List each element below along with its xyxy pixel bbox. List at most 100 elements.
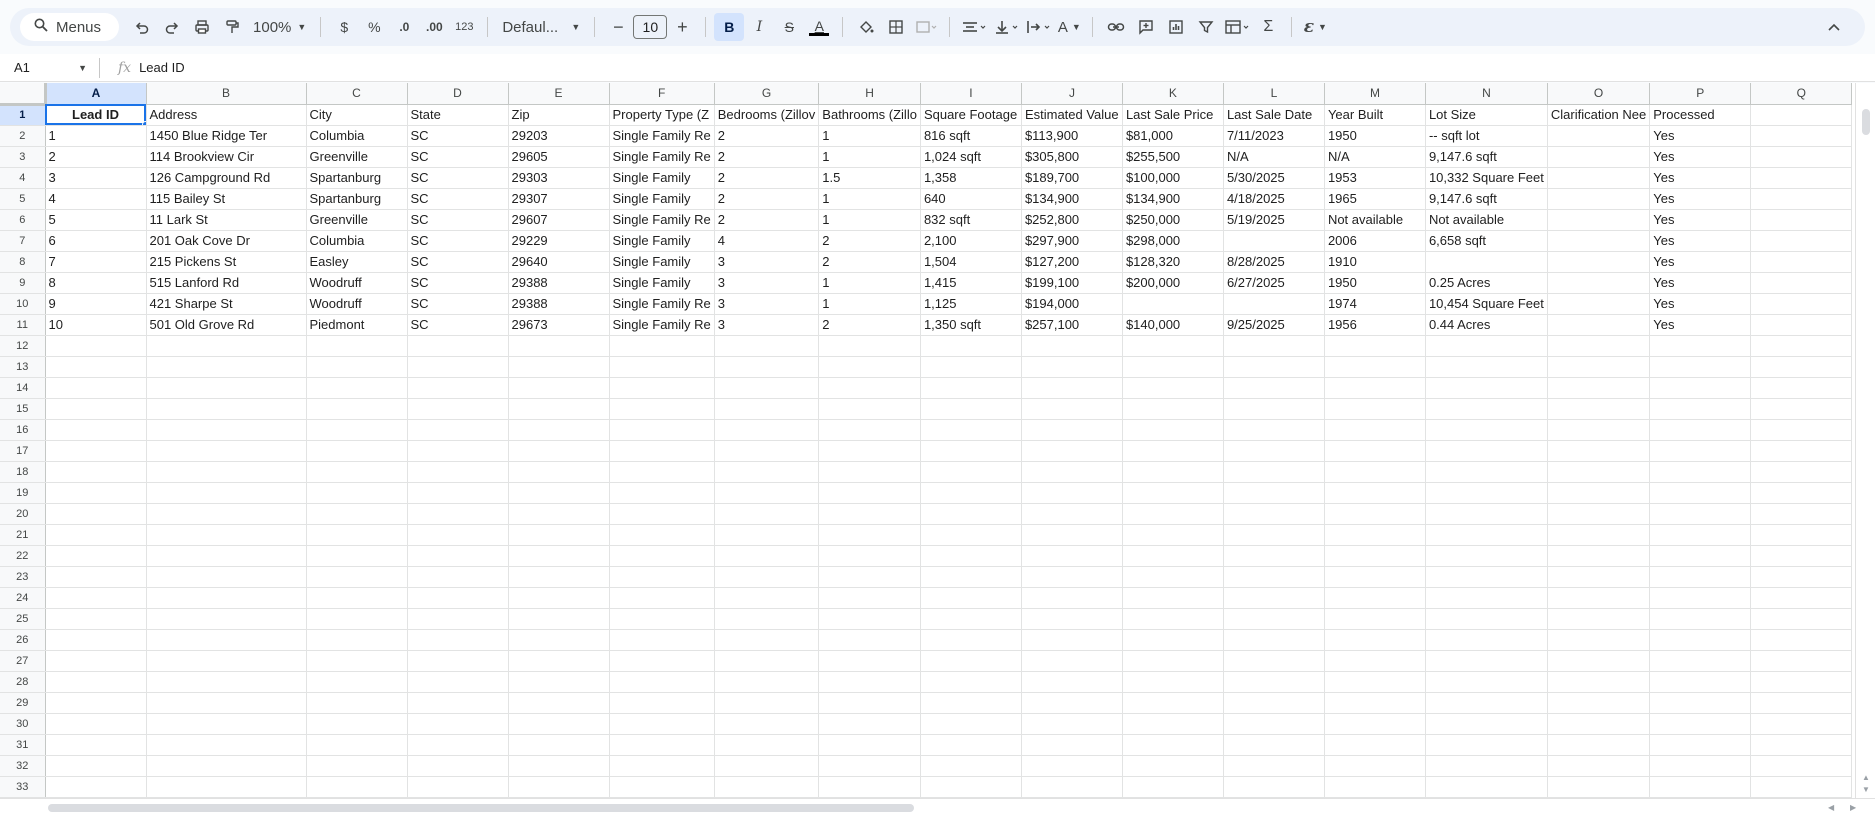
cell[interactable] bbox=[1324, 692, 1426, 714]
cell[interactable] bbox=[1223, 419, 1325, 441]
cell[interactable] bbox=[714, 356, 820, 378]
cell[interactable] bbox=[1547, 566, 1651, 588]
cell[interactable] bbox=[1547, 650, 1651, 672]
row-header[interactable]: 3 bbox=[0, 146, 46, 168]
cell[interactable]: 9,147.6 sqft bbox=[1425, 146, 1548, 168]
cell[interactable] bbox=[1223, 482, 1325, 504]
cell[interactable]: $127,200 bbox=[1021, 251, 1123, 273]
row-header[interactable]: 21 bbox=[0, 524, 46, 546]
cell[interactable] bbox=[609, 335, 715, 357]
cell[interactable]: Piedmont bbox=[306, 314, 408, 336]
cell[interactable] bbox=[1122, 293, 1224, 315]
column-header-m[interactable]: M bbox=[1324, 83, 1426, 105]
scroll-right-icon[interactable]: ▶ bbox=[1850, 803, 1856, 812]
scroll-up-icon[interactable]: ▲ bbox=[1862, 773, 1870, 782]
cell[interactable] bbox=[1324, 566, 1426, 588]
cell[interactable] bbox=[45, 419, 147, 441]
header-cell[interactable]: Bathrooms (Zillo bbox=[818, 104, 921, 126]
row-header[interactable]: 14 bbox=[0, 377, 46, 399]
header-cell[interactable] bbox=[1750, 104, 1853, 126]
cell[interactable] bbox=[45, 524, 147, 546]
cell[interactable] bbox=[1750, 377, 1853, 399]
cell[interactable] bbox=[818, 587, 921, 609]
cell[interactable] bbox=[609, 755, 715, 777]
header-cell[interactable]: Lot Size bbox=[1425, 104, 1548, 126]
insert-link-icon[interactable] bbox=[1101, 13, 1131, 41]
cell[interactable]: 1956 bbox=[1324, 314, 1426, 336]
cell[interactable]: Easley bbox=[306, 251, 408, 273]
cell[interactable] bbox=[1649, 545, 1752, 567]
cell[interactable]: Greenville bbox=[306, 146, 408, 168]
cell[interactable] bbox=[1122, 377, 1224, 399]
cell[interactable] bbox=[1547, 293, 1651, 315]
cell[interactable] bbox=[1021, 440, 1123, 462]
cell[interactable]: 1 bbox=[818, 272, 921, 294]
column-header-c[interactable]: C bbox=[306, 83, 408, 105]
cell[interactable] bbox=[306, 545, 408, 567]
cell[interactable] bbox=[45, 776, 147, 798]
cell[interactable] bbox=[818, 377, 921, 399]
increase-decimal-button[interactable]: .00 bbox=[419, 13, 449, 41]
cell[interactable] bbox=[609, 650, 715, 672]
cell[interactable] bbox=[407, 461, 509, 483]
row-header[interactable]: 18 bbox=[0, 461, 46, 483]
cell[interactable]: 29605 bbox=[508, 146, 610, 168]
cell[interactable] bbox=[45, 587, 147, 609]
cell[interactable] bbox=[306, 713, 408, 735]
cell[interactable]: 2 bbox=[714, 167, 820, 189]
cell[interactable] bbox=[1324, 461, 1426, 483]
cell[interactable]: Yes bbox=[1649, 125, 1752, 147]
cell[interactable] bbox=[920, 377, 1022, 399]
cell[interactable] bbox=[45, 650, 147, 672]
cell[interactable] bbox=[1324, 776, 1426, 798]
cell[interactable] bbox=[1547, 377, 1651, 399]
cell[interactable] bbox=[1750, 671, 1853, 693]
cell[interactable]: 11 Lark St bbox=[146, 209, 307, 231]
cell[interactable] bbox=[1223, 440, 1325, 462]
row-header[interactable]: 17 bbox=[0, 440, 46, 462]
cell[interactable] bbox=[1425, 335, 1548, 357]
cell[interactable]: Yes bbox=[1649, 230, 1752, 252]
cell[interactable] bbox=[306, 692, 408, 714]
header-cell[interactable]: Bedrooms (Zillov bbox=[714, 104, 820, 126]
row-header[interactable]: 11 bbox=[0, 314, 46, 336]
cell[interactable] bbox=[1750, 629, 1853, 651]
cell[interactable] bbox=[1324, 671, 1426, 693]
cell[interactable]: 1 bbox=[818, 293, 921, 315]
cell[interactable]: 29388 bbox=[508, 293, 610, 315]
cell[interactable] bbox=[1122, 734, 1224, 756]
cell[interactable] bbox=[1425, 587, 1548, 609]
cell[interactable] bbox=[1425, 398, 1548, 420]
cell[interactable]: $113,900 bbox=[1021, 125, 1123, 147]
print-icon[interactable] bbox=[187, 13, 217, 41]
cell[interactable] bbox=[1223, 398, 1325, 420]
cell[interactable] bbox=[609, 608, 715, 630]
cell[interactable]: Single Family bbox=[609, 167, 715, 189]
insert-chart-icon[interactable] bbox=[1161, 13, 1191, 41]
cell[interactable] bbox=[146, 734, 307, 756]
cell[interactable] bbox=[1547, 146, 1651, 168]
cell[interactable] bbox=[1649, 377, 1752, 399]
cell[interactable] bbox=[146, 356, 307, 378]
cell[interactable] bbox=[508, 377, 610, 399]
cell[interactable] bbox=[508, 734, 610, 756]
cell[interactable]: Single Family Re bbox=[609, 314, 715, 336]
column-header-e[interactable]: E bbox=[508, 83, 610, 105]
cell[interactable]: 2 bbox=[45, 146, 147, 168]
cell[interactable]: Yes bbox=[1649, 167, 1752, 189]
header-cell[interactable]: Address bbox=[146, 104, 307, 126]
cell[interactable] bbox=[714, 545, 820, 567]
cell[interactable] bbox=[1122, 713, 1224, 735]
cell[interactable] bbox=[1547, 419, 1651, 441]
cell[interactable]: 8/28/2025 bbox=[1223, 251, 1325, 273]
cell[interactable]: $189,700 bbox=[1021, 167, 1123, 189]
cell[interactable] bbox=[1649, 419, 1752, 441]
cell[interactable] bbox=[714, 398, 820, 420]
cell[interactable]: Single Family bbox=[609, 188, 715, 210]
cell[interactable]: 3 bbox=[714, 314, 820, 336]
cell[interactable] bbox=[609, 566, 715, 588]
cell[interactable]: $134,900 bbox=[1021, 188, 1123, 210]
cell[interactable] bbox=[1021, 566, 1123, 588]
cell[interactable] bbox=[407, 356, 509, 378]
cell[interactable] bbox=[1750, 419, 1853, 441]
